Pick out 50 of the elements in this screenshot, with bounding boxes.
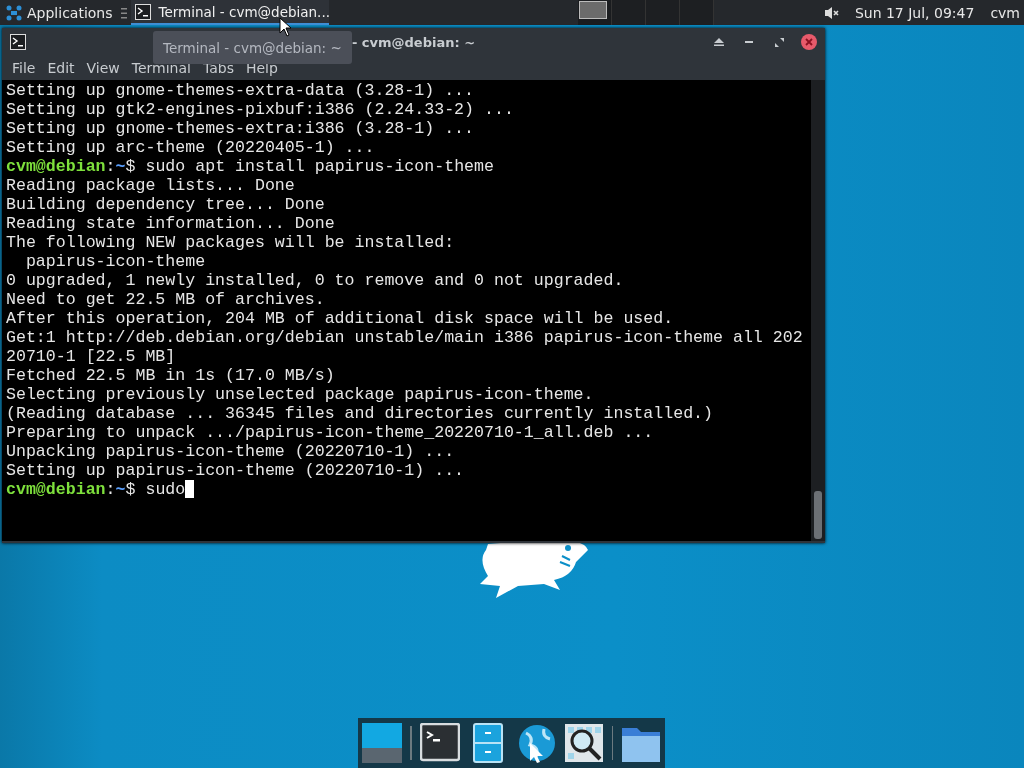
terminal-output-line: Get:1 http://deb.debian.org/debian unstable/main i386 papirus-icon-theme all 202 <box>6 328 804 347</box>
magnifier-icon <box>563 723 604 763</box>
minimize-icon <box>745 41 753 43</box>
workspace-button[interactable] <box>577 0 612 25</box>
terminal-output-line: Unpacking papirus-icon-theme (20220710-1) ... <box>6 442 456 461</box>
mouse-pointer-icon <box>279 17 292 37</box>
terminal-output-line: 0 upgraded, 1 newly installed, 0 to remove and 0 not upgraded. <box>6 271 625 290</box>
dock-launcher[interactable] <box>419 723 460 763</box>
terminal-output-line: The following NEW packages will be installed: <box>6 233 456 252</box>
drag-handle-icon[interactable] <box>120 6 127 19</box>
terminal-output-line: 20710-1 [22.5 MB] <box>6 347 177 366</box>
terminal-icon <box>134 3 151 20</box>
terminal-icon <box>419 723 460 763</box>
terminal-output-line: Reading package lists... Done <box>6 176 296 195</box>
terminal-output-line: Selecting previously unselected package papirus-icon-theme. <box>6 385 595 404</box>
terminal-output-line: Setting up gnome-themes-extra:i386 (3.28-1) ... <box>6 119 476 138</box>
close-button[interactable] <box>801 34 817 50</box>
menu-item[interactable]: Edit <box>41 60 81 76</box>
taskbar-window-button[interactable]: Terminal - cvm@debian... <box>130 0 329 25</box>
terminal-output-line: Setting up arc-theme (20220405-1) ... <box>6 138 376 157</box>
scrollbar[interactable] <box>811 80 825 541</box>
applications-menu-button[interactable]: Applications <box>0 0 117 25</box>
menu-item[interactable]: View <box>80 60 126 76</box>
terminal-output-line: Preparing to unpack .../papirus-icon-theme_20220710-1_all.deb ... <box>6 423 655 442</box>
menu-item[interactable]: File <box>6 60 42 76</box>
terminal-output-line: After this operation, 204 MB of additional disk space will be used. <box>6 309 675 328</box>
terminal-output-line: Setting up gtk2-engines-pixbuf:i386 (2.24.33-2) ... <box>6 100 515 119</box>
muted-speaker-icon[interactable] <box>823 4 839 21</box>
window-thumbnail <box>578 1 607 19</box>
terminal-output-line: (Reading database ... 36345 files and directories currently installed.) <box>6 404 714 423</box>
close-icon <box>801 34 817 50</box>
tooltip: Terminal - cvm@debian: ~ <box>153 31 352 64</box>
xfce-logo-icon <box>6 4 22 21</box>
terminal-icon <box>10 34 26 50</box>
maximize-icon <box>774 37 784 47</box>
terminal-output-line: papirus-icon-theme <box>24 252 207 271</box>
show-desktop-icon <box>362 723 402 763</box>
terminal-prompt-line: cvm@debian:~$ sudo <box>6 480 807 499</box>
dock-launcher[interactable] <box>563 723 604 763</box>
clock[interactable]: Sun 17 Jul, 09:47 <box>854 4 975 21</box>
terminal-output-line: Setting up gnome-themes-extra-data (3.28-1) ... <box>6 81 476 100</box>
eject-icon <box>714 38 724 46</box>
terminal-prompt-line: cvm@debian:~$ sudo apt install papirus-icon-theme <box>6 157 495 176</box>
terminal-output-line: Setting up papirus-icon-theme (20220710-1) ... <box>6 461 466 480</box>
terminal-output-line: Building dependency tree... Done <box>6 195 326 214</box>
window-title: - cvm@debian: ~ <box>351 34 476 50</box>
terminal-output-line: Fetched 22.5 MB in 1s (17.0 MB/s) <box>6 366 336 385</box>
user-name[interactable]: cvm <box>990 4 1020 21</box>
terminal-output-line: Reading state information... Done <box>6 214 336 233</box>
terminal-output-line: Need to get 22.5 MB of archives. <box>6 290 326 309</box>
